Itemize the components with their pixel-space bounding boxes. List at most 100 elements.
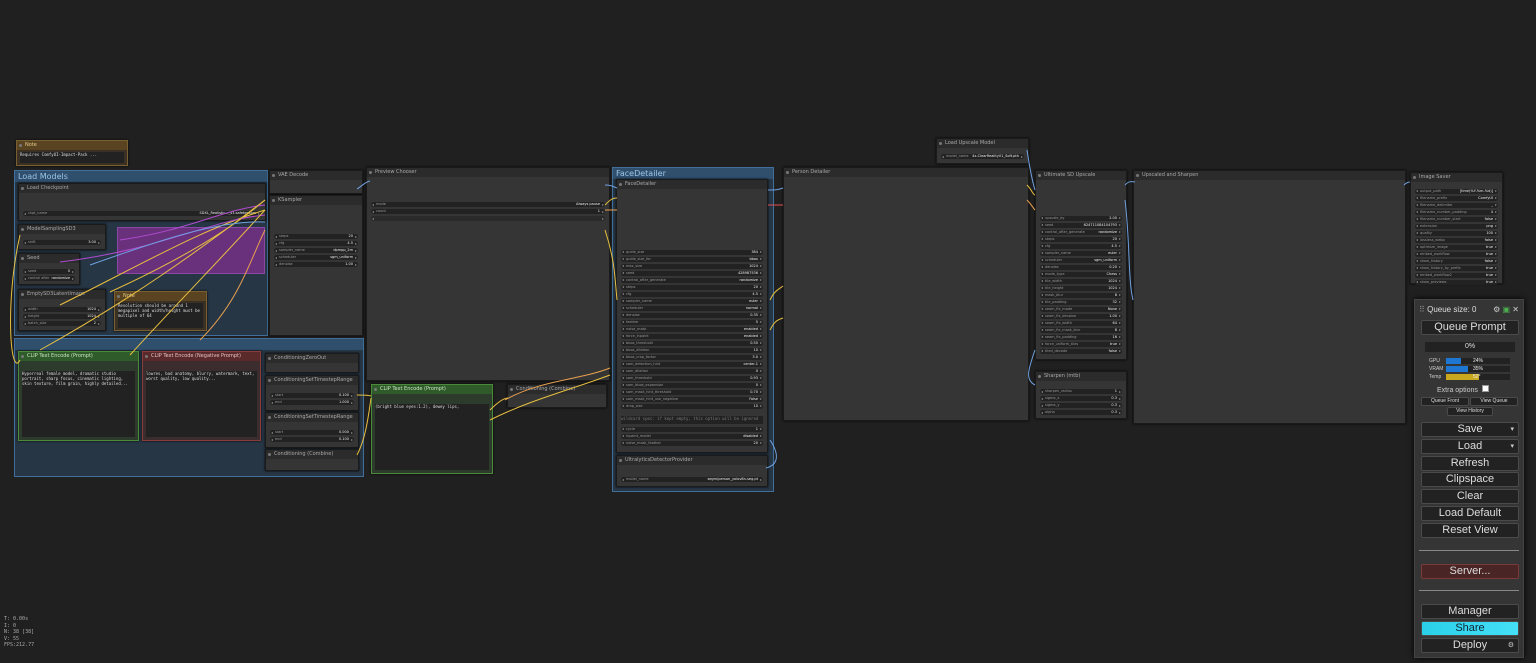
load-button[interactable]: Load ▾ (1421, 439, 1519, 454)
widget-cfg[interactable]: cfg 4.5 (621, 292, 763, 297)
widget-inpaint-model[interactable]: inpaint_model disabled (621, 434, 763, 439)
widget-embed-workflow2[interactable]: embed_workflow2 true (1415, 273, 1498, 278)
count-widget[interactable]: count1 (371, 209, 605, 214)
view-history-button[interactable]: View History (1447, 407, 1493, 416)
graph-canvas[interactable]: Load Models FaceDetailer Note Requires C… (0, 0, 1536, 663)
manager-button[interactable]: Manager (1421, 604, 1519, 619)
widget-show-history-by-prefix[interactable]: show_history_by_prefix true (1415, 266, 1498, 271)
widget-sampler-name[interactable]: sampler_name dpmpp_2m (274, 248, 358, 253)
widget-output-path[interactable]: output_path [time(%Y-%m-%d)] (1415, 189, 1498, 194)
widget-tile-padding[interactable]: tile_padding 32 (1040, 300, 1122, 305)
save-button[interactable]: Save ▾ (1421, 422, 1519, 437)
comfy-menu[interactable]: ⠿ Queue size: 0 ⚙ ▣ ✕ Queue Prompt 0% GP… (1414, 299, 1524, 658)
start-widget[interactable]: start0.100 (270, 393, 354, 398)
widget-tiled-decode[interactable]: tiled_decode false (1040, 349, 1122, 354)
widget-filename-delimiter[interactable]: filename_delimiter _ (1415, 203, 1498, 208)
node-upscaled-sharpen[interactable]: Upscaled and Sharpen (1133, 170, 1406, 424)
node-note-top[interactable]: Note Requires ComfyUI-Impact-Pack ... (16, 140, 128, 166)
model-name-widget[interactable]: model_name4x-ClearRealityV1_Soft.pth (941, 154, 1024, 159)
widget-sam-dilation[interactable]: sam_dilation 0 (621, 369, 763, 374)
ckpt-name-widget[interactable]: ckpt_nameSDXL_Realistic..._v1.safetensor… (23, 211, 261, 216)
deploy-button[interactable]: Deploy ⚙ (1421, 638, 1519, 653)
queue-front-button[interactable]: Queue Front (1421, 397, 1469, 406)
node-cond-combine-1[interactable]: Conditioning (Combine) (265, 449, 359, 471)
widget-sampler-name[interactable]: sampler_name euler (1040, 251, 1122, 256)
node-ultimate-sd-upscale[interactable]: Ultimate SD Upscale upscale_by 2.00 seed 62… (1035, 170, 1127, 360)
widget-control-after-generate[interactable]: control_after_generate randomize (621, 278, 763, 283)
widget-show-previews[interactable]: show_previews true (1415, 280, 1498, 285)
widget-sam-mask-hint-threshold[interactable]: sam_mask_hint_threshold 0.70 (621, 390, 763, 395)
node-ksampler[interactable]: KSampler steps 20 cfg 4.5 sampler_name dpmpp_… (269, 195, 363, 336)
load-default-button[interactable]: Load Default (1421, 506, 1519, 521)
widget-steps[interactable]: steps 20 (1040, 237, 1122, 242)
widget-noise-mask-feather[interactable]: noise_mask_feather 20 (621, 441, 763, 446)
widget-steps[interactable]: steps 20 (621, 285, 763, 290)
widget-force-inpaint[interactable]: force_inpaint enabled (621, 334, 763, 339)
negative-prompt-text[interactable]: lowres, bad anatomy, blurry, watermark, … (146, 371, 257, 437)
drag-handle-icon[interactable]: ⠿ (1419, 305, 1427, 314)
widget-extension[interactable]: extension png (1415, 224, 1498, 229)
widget-bbox-threshold[interactable]: bbox_threshold 0.50 (621, 341, 763, 346)
widget-sam-bbox-expansion[interactable]: sam_bbox_expansion 0 (621, 383, 763, 388)
widget-filename-number-padding[interactable]: filename_number_padding 4 (1415, 210, 1498, 215)
view-queue-button[interactable]: View Queue (1470, 397, 1518, 406)
queue-prompt-button[interactable]: Queue Prompt (1421, 320, 1519, 335)
widget-sam-mask-hint-use-negative[interactable]: sam_mask_hint_use_negative False (621, 397, 763, 402)
control-widget[interactable]: control afterrandomize (23, 276, 75, 281)
node-vae-decode[interactable]: VAE Decode (269, 170, 363, 194)
node-face-detailer[interactable]: FaceDetailer guide_size 384 guide_size_for… (616, 179, 768, 453)
node-note-mid[interactable]: Note Resolution should be around 1 megap… (114, 291, 207, 331)
progress-widget[interactable] (371, 216, 605, 221)
image-icon[interactable]: ▣ (1503, 305, 1511, 314)
widget-sigma-x[interactable]: sigma_x 0.3 (1040, 396, 1122, 401)
clear-button[interactable]: Clear (1421, 489, 1519, 504)
widget-max-size[interactable]: max_size 1024 (621, 264, 763, 269)
node-sharpen[interactable]: Sharpen (mtb) sharpen_radius1sigma_x0.3s… (1035, 371, 1127, 419)
widget-tile-width[interactable]: tile_width 1024 (1040, 279, 1122, 284)
widget-seam-fix-mode[interactable]: seam_fix_mode None (1040, 307, 1122, 312)
extra-options-row[interactable]: Extra options (1437, 385, 1489, 394)
node-clip-positive[interactable]: CLIP Text Encode (Prompt) Hyperreal fema… (18, 351, 139, 441)
widget-seam-fix-width[interactable]: seam_fix_width 64 (1040, 321, 1122, 326)
widget-steps[interactable]: steps 20 (274, 234, 358, 239)
extra-options-checkbox[interactable] (1481, 385, 1489, 392)
node-ultralytics-provider[interactable]: UltralyticsDetectorProvider model_namese… (616, 455, 768, 487)
widget-scheduler[interactable]: scheduler normal (621, 306, 763, 311)
widget-cfg[interactable]: cfg 4.5 (1040, 244, 1122, 249)
widget-filename-number-start[interactable]: filename_number_start false (1415, 217, 1498, 222)
widget-sharpen-radius[interactable]: sharpen_radius 1 (1040, 389, 1122, 394)
widget-denoise[interactable]: denoise 0.20 (1040, 265, 1122, 270)
widget-embed-workflow[interactable]: embed_workflow true (1415, 252, 1498, 257)
reset-view-button[interactable]: Reset View (1421, 523, 1519, 538)
refresh-button[interactable]: Refresh (1421, 456, 1519, 471)
widget-mode-type[interactable]: mode_type Chess (1040, 272, 1122, 277)
start-widget[interactable]: start0.000 (270, 430, 354, 435)
end-widget[interactable]: end0.100 (270, 437, 354, 442)
gear-icon[interactable]: ⚙ (1493, 305, 1500, 314)
face-prompt-text[interactable]: (bright blue eyes:1.2), dewey lips, (375, 404, 489, 470)
model-name-widget[interactable]: model_namesegm/person_yolov8n-seg.pt (621, 477, 763, 482)
wildcard-text[interactable]: wildcard spec: if kept empty, this optio… (621, 416, 763, 424)
node-cond-range-1[interactable]: ConditioningSetTimestepRange start0.100 … (265, 375, 359, 411)
height-widget[interactable]: height1024 (23, 314, 101, 319)
widget-bbox-dilation[interactable]: bbox_dilation 10 (621, 348, 763, 353)
widget-force-uniform-tiles[interactable]: force_uniform_tiles true (1040, 342, 1122, 347)
server-button[interactable]: Server... (1421, 564, 1519, 579)
node-empty-latent[interactable]: EmptySD3LatentImage width1024 height1024… (18, 289, 106, 331)
node-clip-negative[interactable]: CLIP Text Encode (Negative Prompt) lowre… (142, 351, 261, 441)
note-text[interactable]: Resolution should be around 1 megapixel … (118, 303, 203, 328)
node-image-saver[interactable]: Image Saver output_path [time(%Y-%m-%d)] f… (1410, 172, 1503, 285)
widget-guide-size[interactable]: guide_size 384 (621, 250, 763, 255)
save-dropdown-icon[interactable]: ▾ (1510, 423, 1514, 436)
shift-widget[interactable]: shift3.00 (23, 240, 101, 245)
widget-seed[interactable]: seed 428987536 (621, 271, 763, 276)
clipspace-button[interactable]: Clipspace (1421, 472, 1519, 487)
widget-quality[interactable]: quality 100 (1415, 231, 1498, 236)
widget-scheduler[interactable]: scheduler sgm_uniform (1040, 258, 1122, 263)
widget-sigma-y[interactable]: sigma_y 0.3 (1040, 403, 1122, 408)
close-icon[interactable]: ✕ (1512, 305, 1519, 314)
widget-seed[interactable]: seed 624711084104793 (1040, 223, 1122, 228)
node-model-sampling[interactable]: ModelSamplingSD3 shift3.00 (18, 224, 106, 250)
widget-show-history[interactable]: show_history false (1415, 259, 1498, 264)
node-seed[interactable]: Seed seed0 control afterrandomize (18, 253, 80, 285)
